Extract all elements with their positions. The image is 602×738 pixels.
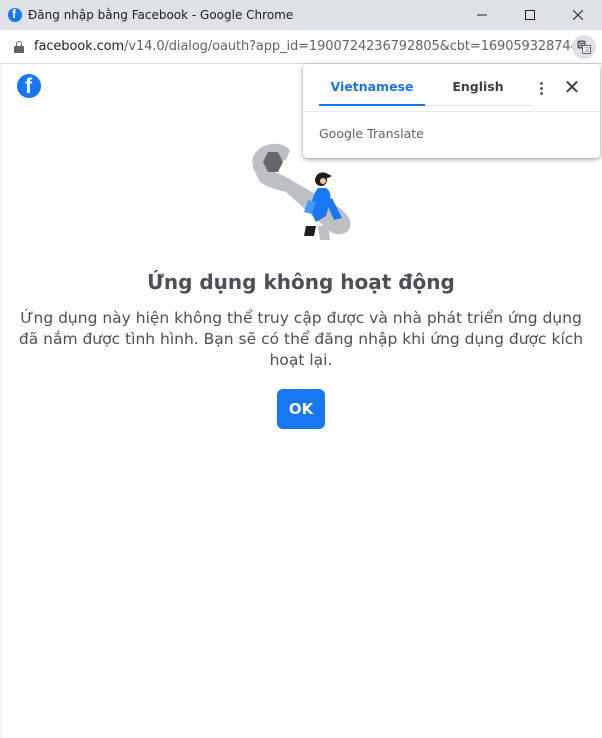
window-titlebar: Đăng nhập bằng Facebook - Google Chrome — [0, 0, 602, 30]
ok-button[interactable]: OK — [277, 389, 325, 429]
translate-icon: G 文 — [577, 40, 591, 54]
brand-google: Google — [319, 126, 364, 141]
tab-english[interactable]: English — [425, 74, 531, 106]
dialog-message: Ứng dụng này hiện không thể truy cập đượ… — [18, 309, 584, 369]
address-bar[interactable]: facebook.com/v14.0/dialog/oauth?app_id=1… — [0, 30, 602, 64]
url-host: facebook.com — [34, 39, 125, 54]
google-translate-brand: Google Translate — [319, 126, 424, 141]
svg-text:文: 文 — [584, 46, 590, 54]
maximize-icon — [525, 10, 535, 20]
translate-button[interactable]: G 文 — [572, 35, 596, 59]
minimize-icon — [477, 14, 487, 16]
more-vert-icon[interactable] — [531, 78, 551, 98]
translate-popup: Vietnamese English ✕ Google Translate — [303, 64, 600, 158]
url-text[interactable]: facebook.com/v14.0/dialog/oauth?app_id=1… — [34, 39, 591, 54]
translate-close-button[interactable]: ✕ — [561, 76, 583, 98]
close-icon — [573, 10, 583, 20]
window-controls — [458, 0, 602, 30]
minimize-button[interactable] — [458, 0, 506, 30]
window-edge — [0, 64, 2, 738]
translate-language-tabs: Vietnamese English — [319, 74, 531, 106]
window-title: Đăng nhập bằng Facebook - Google Chrome — [28, 8, 294, 22]
tab-vietnamese[interactable]: Vietnamese — [319, 74, 425, 106]
divider — [303, 111, 600, 112]
brand-translate: Translate — [367, 126, 424, 141]
dialog-heading: Ứng dụng không hoạt động — [147, 270, 455, 294]
facebook-logo-icon — [17, 74, 41, 99]
maximize-button[interactable] — [506, 0, 554, 30]
facebook-favicon-icon — [8, 7, 22, 22]
close-window-button[interactable] — [554, 0, 602, 30]
url-path: /v14.0/dialog/oauth?app_id=1900724236792… — [124, 39, 591, 54]
lock-icon[interactable] — [14, 40, 24, 53]
